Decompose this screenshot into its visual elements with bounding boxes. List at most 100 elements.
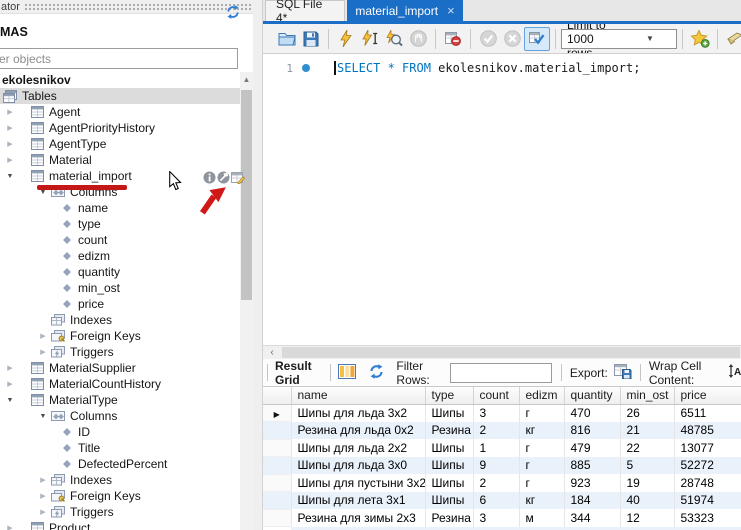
table-row[interactable]: Шипы для пустыни 3x2Шипы2г9231928748 [263,474,741,492]
cell[interactable]: 184 [564,492,620,510]
sql-code-editor[interactable]: 1 SELECT * FROM ekolesnikov.material_imp… [263,54,741,345]
refresh-grid-icon[interactable] [369,364,384,382]
panel-splitter[interactable] [253,0,262,530]
cell[interactable]: 52272 [674,457,741,475]
close-tab-icon[interactable]: × [447,3,455,18]
scroll-left-icon[interactable]: ‹ [265,346,279,359]
cell[interactable]: г [519,439,564,457]
column-header-min_ost[interactable]: min_ost [620,387,674,404]
row-selector[interactable] [263,422,291,440]
cell[interactable]: 40 [620,492,674,510]
table-row[interactable]: Резина для зимы 2x3Резина3м3441253323 [263,509,741,527]
table-row[interactable]: Резина для льда 0x2Резина2кг8162148785 [263,422,741,440]
cell[interactable]: 51974 [674,492,741,510]
result-grid[interactable]: nametypecountedizmquantitymin_ostprice ▶… [263,387,741,530]
cell[interactable]: 816 [564,422,620,440]
cell[interactable]: м [519,509,564,527]
cell[interactable]: Резина [425,422,473,440]
row-selector[interactable] [263,457,291,475]
tree-node-materialtype[interactable]: ▼MaterialType [0,392,240,408]
tree-node-agent[interactable]: ▶Agent [0,104,240,120]
tree-node-materialsupplier[interactable]: ▶MaterialSupplier [0,360,240,376]
filter-rows-input[interactable] [450,363,552,383]
cell[interactable]: 53323 [674,509,741,527]
tree-scrollbar[interactable]: ▲ [240,72,253,530]
expander-icon[interactable]: ▶ [4,380,16,388]
cell[interactable]: 5 [620,457,674,475]
cell[interactable]: 1 [473,439,519,457]
wrap-cell-content-icon[interactable]: A [728,364,741,381]
expander-icon[interactable]: ▶ [37,476,49,484]
cell[interactable]: г [519,474,564,492]
tree-node-triggers[interactable]: ▶Triggers [0,344,240,360]
cell[interactable]: 470 [564,404,620,422]
execute-current-icon[interactable] [358,27,382,51]
expander-icon[interactable]: ▶ [4,140,16,148]
row-selector[interactable] [263,492,291,510]
cell[interactable]: Шипы [425,474,473,492]
commit-icon[interactable] [476,27,500,51]
expander-icon[interactable]: ▶ [4,124,16,132]
cell[interactable]: Шипы [425,404,473,422]
stop-icon[interactable] [406,27,430,51]
cell[interactable]: 6 [473,492,519,510]
row-selector[interactable] [263,439,291,457]
cell[interactable]: Шипы для льда 2x2 [291,439,425,457]
table-row[interactable]: Шипы для льда 2x2Шипы1г4792213077 [263,439,741,457]
table-row[interactable]: ▶Шипы для льда 3x2Шипы3г470266511 [263,404,741,422]
cell[interactable]: Резина [425,509,473,527]
cell[interactable]: 344 [564,509,620,527]
cell[interactable]: 48785 [674,422,741,440]
stop-on-error-icon[interactable] [441,27,465,51]
hscrollbar-thumb[interactable] [282,347,740,358]
tree-node-ekolesnikov[interactable]: ekolesnikov [0,72,240,88]
column-header-type[interactable]: type [425,387,473,404]
expander-icon[interactable]: ▼ [4,397,16,404]
cell[interactable]: Шипы для пустыни 3x2 [291,474,425,492]
cell[interactable]: 22 [620,439,674,457]
cell[interactable]: 3 [473,509,519,527]
expander-icon[interactable]: ▶ [4,364,16,372]
limit-rows-dropdown[interactable]: Limit to 1000 rows ▼ [561,29,677,49]
cell[interactable]: Шипы для льда 3x2 [291,404,425,422]
panel-drag-handle[interactable] [24,3,254,12]
cell[interactable]: 3 [473,404,519,422]
expander-icon[interactable]: ▼ [4,173,16,180]
cell[interactable]: Шипы для льда 3x0 [291,457,425,475]
navigator-panel-header[interactable]: ator [0,0,254,14]
tree-node-columns[interactable]: ▼Columns [0,408,240,424]
table-row[interactable]: Шипы для льда 3x0Шипы9г885552272 [263,457,741,475]
cell[interactable]: кг [519,492,564,510]
tree-node-tables[interactable]: ▶Tables [0,88,240,104]
row-selector[interactable]: ▶ [263,404,291,422]
cell[interactable]: 6511 [674,404,741,422]
filter-objects-input[interactable]: er objects [0,48,238,69]
expander-icon[interactable]: ▶ [37,348,49,356]
tree-node-agenttype[interactable]: ▶AgentType [0,136,240,152]
tree-node-price[interactable]: ▶price [0,296,240,312]
cell[interactable]: 479 [564,439,620,457]
cell[interactable]: 12 [620,509,674,527]
tree-node-triggers[interactable]: ▶Triggers [0,504,240,520]
cell[interactable]: 13077 [674,439,741,457]
rollback-icon[interactable] [500,27,524,51]
export-recordset-icon[interactable] [614,364,632,382]
tree-node-id[interactable]: ▶ID [0,424,240,440]
expander-icon[interactable]: ▼ [37,413,49,420]
column-header-count[interactable]: count [473,387,519,404]
expander-icon[interactable]: ▶ [37,492,49,500]
scrollbar-thumb[interactable] [241,90,252,300]
edit-table-icon[interactable] [231,171,245,187]
column-visibility-icon[interactable] [338,364,356,382]
tree-node-count[interactable]: ▶count [0,232,240,248]
tree-node-foreign-keys[interactable]: ▶Foreign Keys [0,488,240,504]
tree-node-indexes[interactable]: ▶Indexes [0,472,240,488]
editor-hscrollbar[interactable]: ‹ [263,345,741,359]
cell[interactable]: кг [519,422,564,440]
tree-node-title[interactable]: ▶Title [0,440,240,456]
tree-node-foreign-keys[interactable]: ▶Foreign Keys [0,328,240,344]
cell[interactable]: 885 [564,457,620,475]
explain-icon[interactable] [382,27,406,51]
cell[interactable]: 19 [620,474,674,492]
cell[interactable]: 21 [620,422,674,440]
